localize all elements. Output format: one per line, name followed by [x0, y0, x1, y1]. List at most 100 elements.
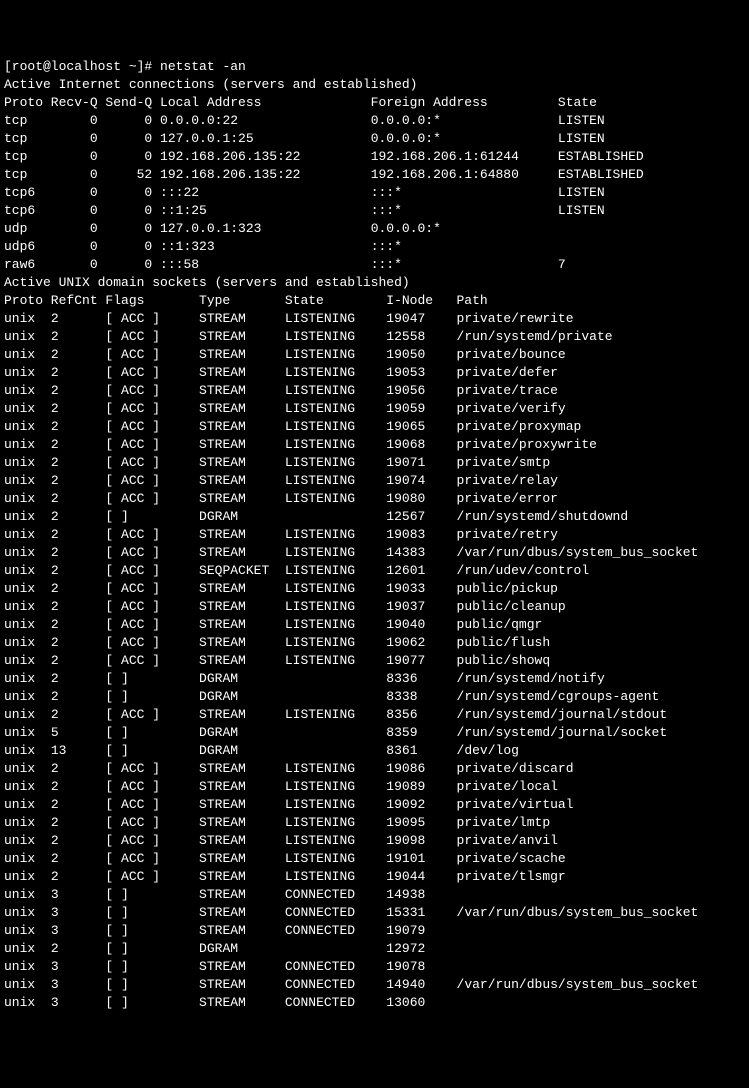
col-proto: unix	[4, 869, 51, 884]
col-sendq: 0	[98, 221, 153, 236]
col-proto: unix	[4, 653, 51, 668]
unix-row: unix 2 [ ACC ] STREAM LISTENING 19083 pr…	[4, 526, 745, 544]
col-path: private/lmtp	[457, 815, 551, 830]
col-refcnt: 2	[51, 437, 106, 452]
col-type: STREAM	[199, 887, 285, 902]
col-inode: 19037	[386, 599, 456, 614]
col-type: SEQPACKET	[199, 563, 285, 578]
col-inode: 14938	[386, 887, 456, 902]
col-type: DGRAM	[199, 689, 285, 704]
col-flags: [ ACC ]	[105, 707, 199, 722]
col-flags: [ ACC ]	[105, 635, 199, 650]
unix-row: unix 5 [ ] DGRAM 8359 /run/systemd/journ…	[4, 724, 745, 742]
col-type: STREAM	[199, 473, 285, 488]
col-path: /run/systemd/shutdownd	[457, 509, 629, 524]
col-type: STREAM	[199, 383, 285, 398]
col-inode: 19056	[386, 383, 456, 398]
col-flags: [ ]	[105, 689, 199, 704]
col-state: CONNECTED	[285, 887, 386, 902]
col-inode: 12558	[386, 329, 456, 344]
col-foreign: :::*	[371, 203, 558, 218]
col-inode: 12567	[386, 509, 456, 524]
col-inode: 19068	[386, 437, 456, 452]
unix-row: unix 2 [ ACC ] STREAM LISTENING 19092 pr…	[4, 796, 745, 814]
col-type: DGRAM	[199, 941, 285, 956]
col-inode: 14940	[386, 977, 456, 992]
col-type: STREAM	[199, 581, 285, 596]
col-recvq: 0	[51, 221, 98, 236]
col-flags: [ ACC ]	[105, 455, 199, 470]
col-refcnt: 2	[51, 545, 106, 560]
col-inode: 8356	[386, 707, 456, 722]
col-inode: 19065	[386, 419, 456, 434]
unix-row: unix 2 [ ] DGRAM 8338 /run/systemd/cgrou…	[4, 688, 745, 706]
col-inode: 19074	[386, 473, 456, 488]
col-refcnt: 13	[51, 743, 106, 758]
col-proto: unix	[4, 455, 51, 470]
unix-row: unix 2 [ ACC ] STREAM LISTENING 19047 pr…	[4, 310, 745, 328]
col-inode: 19050	[386, 347, 456, 362]
col-flags: [ ACC ]	[105, 401, 199, 416]
col-foreign: 192.168.206.1:64880	[371, 167, 558, 182]
col-flags: [ ACC ]	[105, 851, 199, 866]
col-refcnt: 2	[51, 419, 106, 434]
col-state: LISTENING	[285, 419, 386, 434]
col-sendq: 0	[98, 113, 153, 128]
col-foreign: :::*	[371, 185, 558, 200]
col-refcnt: 2	[51, 653, 106, 668]
col-proto: unix	[4, 689, 51, 704]
col-type: STREAM	[199, 851, 285, 866]
col-inode: 13060	[386, 995, 456, 1010]
col-sendq: 0	[98, 149, 153, 164]
col-path: public/qmgr	[457, 617, 543, 632]
col-proto: unix	[4, 383, 51, 398]
col-proto: unix	[4, 797, 51, 812]
col-recvq: 0	[51, 167, 98, 182]
col-inode: 19098	[386, 833, 456, 848]
col-flags: [ ]	[105, 995, 199, 1010]
col-type: DGRAM	[199, 509, 285, 524]
col-state: LISTENING	[285, 761, 386, 776]
col-type: STREAM	[199, 635, 285, 650]
unix-columns: Proto RefCnt Flags Type State I-Node Pat…	[4, 292, 745, 310]
col-local: :::58	[160, 257, 371, 272]
col-flags: [ ACC ]	[105, 581, 199, 596]
col-inode: 19053	[386, 365, 456, 380]
col-path: private/verify	[457, 401, 566, 416]
col-proto: unix	[4, 509, 51, 524]
col-inode: 19033	[386, 581, 456, 596]
col-type: STREAM	[199, 869, 285, 884]
col-sendq: 0	[98, 131, 153, 146]
col-state	[285, 671, 386, 686]
shell-prompt: [root@localhost ~]#	[4, 59, 160, 74]
col-local: ::1:25	[160, 203, 371, 218]
col-local: 127.0.0.1:323	[160, 221, 371, 236]
col-refcnt: 3	[51, 923, 106, 938]
col-proto: unix	[4, 833, 51, 848]
col-refcnt: 2	[51, 329, 106, 344]
col-flags: [ ACC ]	[105, 545, 199, 560]
col-state: CONNECTED	[285, 995, 386, 1010]
col-type: STREAM	[199, 329, 285, 344]
col-type: STREAM	[199, 365, 285, 380]
col-inode: 19047	[386, 311, 456, 326]
col-proto: unix	[4, 977, 51, 992]
col-state	[285, 725, 386, 740]
unix-row: unix 2 [ ACC ] STREAM LISTENING 19065 pr…	[4, 418, 745, 436]
col-state: LISTENING	[285, 707, 386, 722]
col-refcnt: 2	[51, 473, 106, 488]
col-flags: [ ACC ]	[105, 599, 199, 614]
col-sendq: 52	[98, 167, 153, 182]
col-refcnt: 2	[51, 635, 106, 650]
col-proto: unix	[4, 365, 51, 380]
unix-header: Active UNIX domain sockets (servers and …	[4, 274, 745, 292]
col-foreign: :::*	[371, 257, 558, 272]
col-state: LISTENING	[285, 797, 386, 812]
prompt-line[interactable]: [root@localhost ~]# netstat -an	[4, 58, 745, 76]
unix-row: unix 2 [ ACC ] STREAM LISTENING 19080 pr…	[4, 490, 745, 508]
col-flags: [ ACC ]	[105, 311, 199, 326]
inet-row: raw6 0 0 :::58 :::* 7	[4, 256, 745, 274]
col-path: private/discard	[457, 761, 574, 776]
col-proto: unix	[4, 941, 51, 956]
col-path: private/retry	[457, 527, 558, 542]
